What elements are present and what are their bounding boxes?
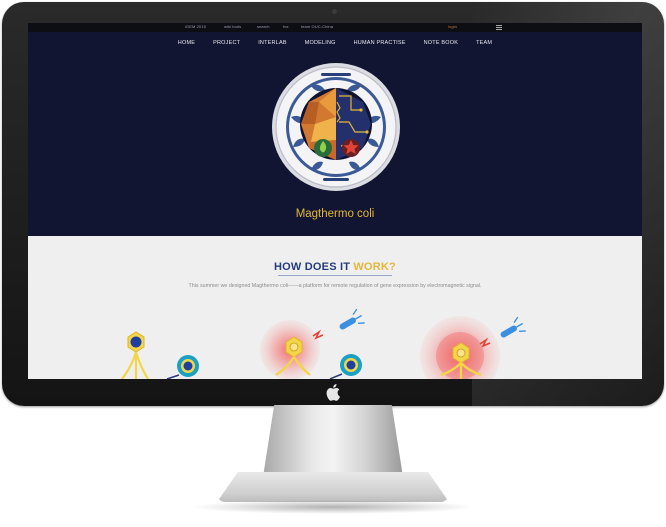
wiki-topbar: iGEM 2015 wiki tools search fox team OUC… xyxy=(28,23,642,32)
topbar-link-search[interactable]: search xyxy=(257,24,270,29)
nav-item-interlab[interactable]: INTERLAB xyxy=(258,40,287,46)
stand-shadow xyxy=(190,500,476,514)
topbar-link-wiki-tools[interactable]: wiki tools xyxy=(224,24,241,29)
nav-item-project[interactable]: PROJECT xyxy=(213,40,240,46)
topbar-link-team[interactable]: team OUC-China xyxy=(301,24,333,29)
monitor-stand-neck xyxy=(263,405,403,477)
camera-icon xyxy=(332,9,337,14)
main-nav: HOME PROJECT INTERLAB MODELING HUMAN PRA… xyxy=(28,40,642,46)
stage-1-figure xyxy=(121,331,199,379)
hamburger-menu-icon[interactable] xyxy=(496,25,502,30)
hero-title: Magthermo coli xyxy=(295,208,375,220)
how-it-works-section: HOW DOES IT WORK? This summer we designe… xyxy=(28,236,642,379)
ecoli-illustration xyxy=(121,308,526,379)
topbar-link-fox[interactable]: fox xyxy=(283,24,289,29)
topbar-login-link[interactable]: login xyxy=(448,24,457,29)
stage-3-figure xyxy=(420,316,526,379)
screen: iGEM 2015 wiki tools search fox team OUC… xyxy=(28,23,642,379)
monitor-bezel: iGEM 2015 wiki tools search fox team OUC… xyxy=(2,2,664,406)
topbar-link-igem[interactable]: iGEM 2015 xyxy=(185,24,206,29)
monitor-stand-base xyxy=(217,472,449,502)
stage-2-figure xyxy=(260,308,365,379)
monitor-mockup: iGEM 2015 wiki tools search fox team OUC… xyxy=(0,0,666,527)
nav-item-team[interactable]: TEAM xyxy=(476,40,492,46)
nav-item-home[interactable]: HOME xyxy=(178,40,195,46)
team-logo-emblem xyxy=(272,63,400,191)
nav-item-note-book[interactable]: NOTE BOOK xyxy=(424,40,459,46)
nav-item-modeling[interactable]: MODELING xyxy=(305,40,336,46)
hero-section: HOME PROJECT INTERLAB MODELING HUMAN PRA… xyxy=(28,32,642,236)
nav-item-human-practise[interactable]: HUMAN PRACTISE xyxy=(354,40,406,46)
apple-logo-icon xyxy=(326,384,340,401)
